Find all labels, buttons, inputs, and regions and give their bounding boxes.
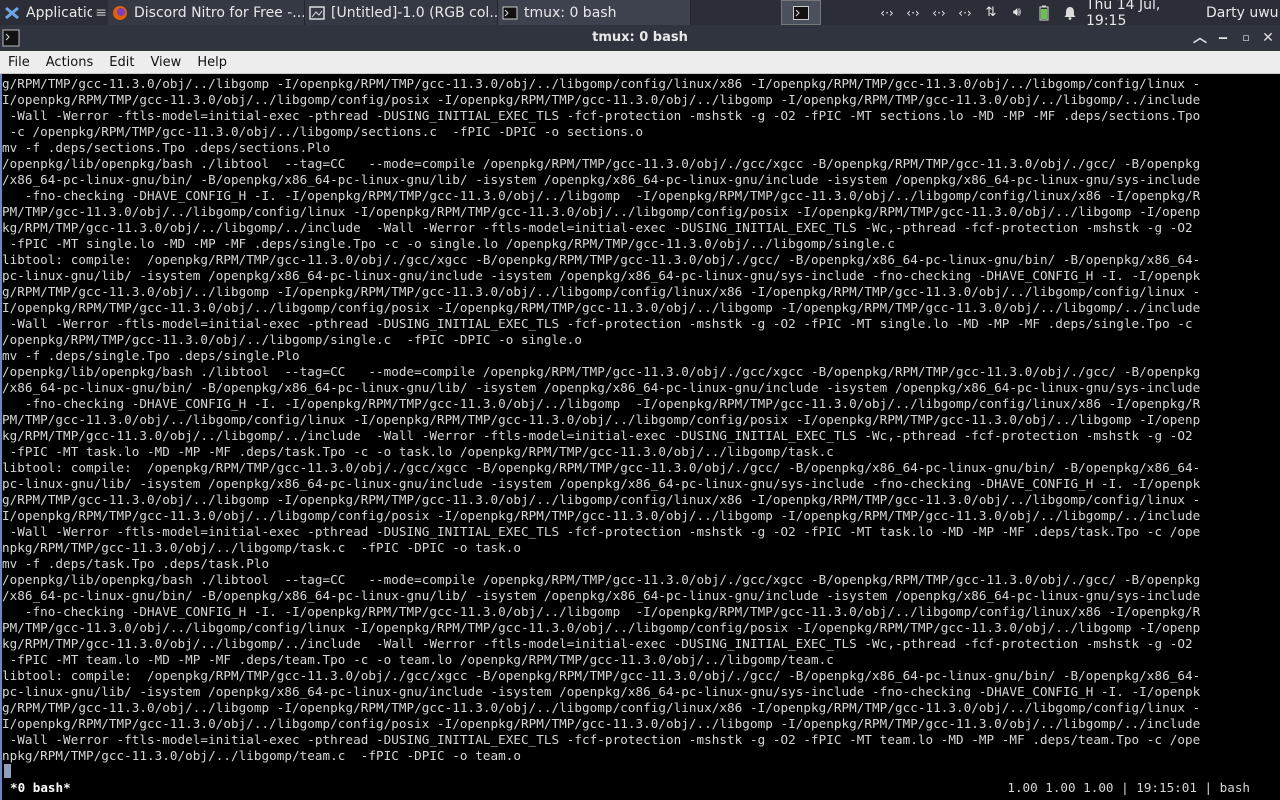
terminal-line: g/RPM/TMP/gcc-11.3.0/obj/../libgomp -I/o… (2, 700, 1201, 715)
terminal-line: npkg/RPM/TMP/gcc-11.3.0/obj/../libgomp/t… (2, 540, 521, 555)
applications-menu-button[interactable]: Applications ≡ (0, 0, 107, 25)
task-terminal[interactable]: tmux: 0 bash (498, 0, 691, 25)
terminal-line: libtool: compile: /openpkg/RPM/TMP/gcc-1… (2, 460, 1201, 475)
terminal-line: /openpkg/lib/openpkg/bash ./libtool --ta… (2, 156, 1201, 171)
bell-icon[interactable] (1060, 0, 1080, 25)
terminal-line: -fno-checking -DHAVE_CONFIG_H -I. -I/ope… (2, 396, 1201, 411)
terminal-line: -fPIC -MT team.lo -MD -MP -MF .deps/team… (2, 652, 834, 667)
close-button[interactable]: ✕ (1258, 28, 1278, 48)
terminal-line: -Wall -Werror -ftls-model=initial-exec -… (2, 108, 1201, 123)
terminal-line: I/openpkg/RPM/TMP/gcc-11.3.0/obj/../libg… (2, 508, 1201, 523)
terminal-line: g/RPM/TMP/gcc-11.3.0/obj/../libgomp -I/o… (2, 492, 1201, 507)
terminal-line: -c /openpkg/RPM/TMP/gcc-11.3.0/obj/../li… (2, 124, 644, 139)
terminal-icon (502, 6, 518, 19)
battery-icon[interactable] (1034, 0, 1054, 25)
terminal-line: -fPIC -MT task.lo -MD -MP -MF .deps/task… (2, 444, 834, 459)
task-firefox[interactable]: Discord Nitro for Free -... (108, 0, 305, 25)
terminal-line: mv -f .deps/single.Tpo .deps/single.Plo (2, 348, 300, 363)
terminal-line: PM/TMP/gcc-11.3.0/obj/../libgomp/config/… (2, 204, 1201, 219)
terminal-line: g/RPM/TMP/gcc-11.3.0/obj/../libgomp -I/o… (2, 284, 1201, 299)
task-label: Discord Nitro for Free -... (134, 4, 304, 21)
terminal-line: PM/TMP/gcc-11.3.0/obj/../libgomp/config/… (2, 412, 1201, 427)
chevron-up-icon[interactable]: ︿ (1190, 28, 1210, 48)
terminal-line: -fno-checking -DHAVE_CONFIG_H -I. -I/ope… (2, 604, 1201, 619)
terminal-line: I/openpkg/RPM/TMP/gcc-11.3.0/obj/../libg… (2, 300, 1201, 315)
maximize-button[interactable]: ▫ (1236, 28, 1256, 48)
image-editor-icon (309, 5, 325, 20)
terminal-line: -fno-checking -DHAVE_CONFIG_H -I. -I/ope… (2, 188, 1201, 203)
terminal-line: kg/RPM/TMP/gcc-11.3.0/obj/../libgomp/../… (2, 636, 1193, 651)
terminal-line: -Wall -Werror -ftls-model=initial-exec -… (2, 316, 1193, 331)
terminal-area[interactable]: g/RPM/TMP/gcc-11.3.0/obj/../libgomp -I/o… (0, 74, 1280, 800)
terminal-line: kg/RPM/TMP/gcc-11.3.0/obj/../libgomp/../… (2, 220, 1193, 235)
terminal-line: /openpkg/RPM/TMP/gcc-11.3.0/obj/../libgo… (2, 332, 583, 347)
window-titlebar[interactable]: tmux: 0 bash ︿ ‒ ▫ ✕ (0, 25, 1280, 51)
menu-actions[interactable]: Actions (38, 55, 102, 70)
terminal-line: /openpkg/lib/openpkg/bash ./libtool --ta… (2, 572, 1201, 587)
menu-bar: File Actions Edit View Help (0, 51, 1280, 74)
terminal-line: /x86_64-pc-linux-gnu/bin/ -B/openpkg/x86… (2, 380, 1201, 395)
task-label: [Untitled]-1.0 (RGB col... (331, 4, 497, 21)
terminal-line: kg/RPM/TMP/gcc-11.3.0/obj/../libgomp/../… (2, 428, 1193, 443)
workspace-switcher[interactable] (781, 0, 821, 25)
clock[interactable]: Thu 14 Jul, 19:15 (1086, 0, 1202, 29)
terminal-line: mv -f .deps/task.Tpo .deps/task.Plo (2, 556, 270, 571)
minimize-button[interactable]: ‒ (1213, 28, 1233, 48)
user-menu[interactable]: Darty uwu (1206, 0, 1280, 25)
terminal-line: I/openpkg/RPM/TMP/gcc-11.3.0/obj/../libg… (2, 92, 1201, 107)
text-cursor (4, 764, 11, 778)
tmux-status-bar: *0 bash* 1.00 1.00 1.00 | 19:15:01 | bas… (2, 780, 1278, 796)
terminal-line: libtool: compile: /openpkg/RPM/TMP/gcc-1… (2, 252, 1201, 267)
network-icon[interactable]: ‹·› (928, 0, 950, 25)
tmux-window-label[interactable]: *0 bash* (10, 780, 71, 795)
volume-icon[interactable]: 🔊︎ (1006, 0, 1028, 25)
task-gimp[interactable]: [Untitled]-1.0 (RGB col... (305, 0, 498, 25)
network-icon[interactable]: ‹·› (902, 0, 924, 25)
terminal-line: /x86_64-pc-linux-gnu/bin/ -B/openpkg/x86… (2, 172, 1201, 187)
terminal-line: pc-linux-gnu/lib/ -isystem /openpkg/x86_… (2, 268, 1201, 283)
task-label: tmux: 0 bash (524, 4, 617, 21)
terminal-icon (793, 5, 809, 20)
menu-icon: ≡ (95, 4, 107, 21)
firefox-icon (113, 5, 127, 20)
terminal-line: /openpkg/lib/openpkg/bash ./libtool --ta… (2, 364, 1201, 379)
xfce-logo-icon (5, 6, 19, 19)
tmux-status-right: 1.00 1.00 1.00 | 19:15:01 | bash (1007, 780, 1250, 795)
terminal-line: -Wall -Werror -ftls-model=initial-exec -… (2, 524, 1201, 539)
terminal-line: /x86_64-pc-linux-gnu/bin/ -B/openpkg/x86… (2, 588, 1201, 603)
terminal-line: I/openpkg/RPM/TMP/gcc-11.3.0/obj/../libg… (2, 716, 1201, 731)
applications-label: Applications (26, 4, 93, 21)
window-title: tmux: 0 bash (592, 30, 688, 45)
terminal-line: npkg/RPM/TMP/gcc-11.3.0/obj/../libgomp/t… (2, 748, 521, 763)
terminal-line: pc-linux-gnu/lib/ -isystem /openpkg/x86_… (2, 684, 1201, 699)
terminal-line: -Wall -Werror -ftls-model=initial-exec -… (2, 732, 1201, 747)
terminal-output: g/RPM/TMP/gcc-11.3.0/obj/../libgomp -I/o… (2, 76, 1200, 764)
network-icon[interactable]: ‹·› (876, 0, 898, 25)
terminal-line: -fPIC -MT single.lo -MD -MP -MF .deps/si… (2, 236, 895, 251)
top-panel: Applications ≡ Discord Nitro for Free -.… (0, 0, 1280, 29)
menu-view[interactable]: View (142, 55, 189, 70)
scrollbar[interactable] (1276, 74, 1280, 800)
terminal-line: pc-linux-gnu/lib/ -isystem /openpkg/x86_… (2, 476, 1201, 491)
menu-help[interactable]: Help (189, 55, 235, 70)
terminal-line: libtool: compile: /openpkg/RPM/TMP/gcc-1… (2, 668, 1201, 683)
terminal-line: mv -f .deps/sections.Tpo .deps/sections.… (2, 140, 331, 155)
menu-file[interactable]: File (0, 55, 38, 70)
terminal-line: g/RPM/TMP/gcc-11.3.0/obj/../libgomp -I/o… (2, 76, 1201, 91)
transfer-icon[interactable]: ⇅ (980, 0, 1002, 25)
network-icon[interactable]: ‹·› (954, 0, 976, 25)
menu-edit[interactable]: Edit (101, 55, 142, 70)
terminal-line: PM/TMP/gcc-11.3.0/obj/../libgomp/config/… (2, 620, 1201, 635)
